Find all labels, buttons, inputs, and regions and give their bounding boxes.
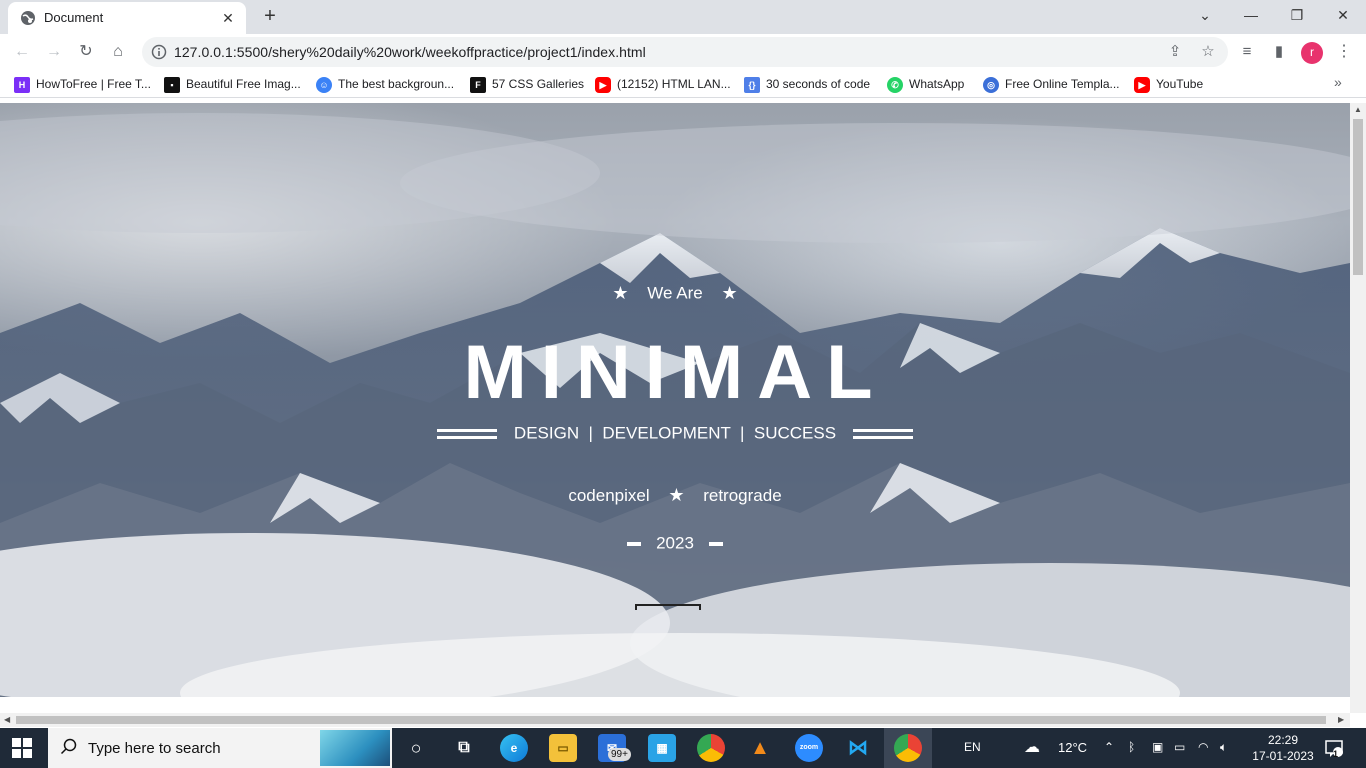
name-left: codenpixel bbox=[568, 486, 650, 505]
zoom-icon[interactable]: zoom bbox=[795, 734, 823, 762]
temperature[interactable]: 12°C bbox=[1058, 740, 1087, 755]
edge-icon[interactable]: e bbox=[500, 734, 528, 762]
bookmark-howtofree[interactable]: H HowToFree | Free T... bbox=[14, 75, 151, 93]
battery-icon[interactable]: ▭ bbox=[1174, 740, 1185, 754]
bookmarks-overflow-icon[interactable]: » bbox=[1334, 74, 1342, 90]
bookmarks-bar: H HowToFree | Free T... ▪ Beautiful Free I… bbox=[0, 70, 1366, 98]
year-text: 2023 bbox=[656, 533, 694, 553]
bookmark-youtube[interactable]: ▶ YouTube bbox=[1134, 75, 1203, 93]
vertical-scroll-thumb[interactable] bbox=[1353, 119, 1363, 275]
store-icon[interactable]: ▦ bbox=[648, 734, 676, 762]
tagline-text: DESIGN | DEVELOPMENT | SUCCESS bbox=[513, 423, 837, 443]
url-text: 127.0.0.1:5500/shery%20daily%20work/week… bbox=[174, 44, 646, 60]
share-icon[interactable]: ⇪ bbox=[1164, 41, 1186, 63]
clock-time: 22:29 bbox=[1267, 733, 1299, 747]
globe-icon: ◎ bbox=[983, 76, 999, 93]
clock-date: 17-01-2023 bbox=[1252, 749, 1314, 763]
search-icon bbox=[60, 738, 77, 755]
menu-kebab-icon[interactable]: ⋮ bbox=[1336, 41, 1352, 63]
mail-badge: 99+ bbox=[608, 748, 631, 761]
double-line-divider bbox=[437, 428, 498, 439]
chrome-profile-icon[interactable] bbox=[894, 734, 922, 762]
meet-now-icon[interactable]: ▣ bbox=[1152, 740, 1163, 754]
forward-arrow-icon[interactable]: → bbox=[42, 40, 66, 64]
horizontal-scrollbar[interactable]: ◀ ▶ bbox=[0, 713, 1350, 727]
scroll-right-arrow-icon[interactable]: ▶ bbox=[1338, 715, 1344, 724]
bookmark-unsplash[interactable]: ▪ Beautiful Free Imag... bbox=[164, 75, 301, 93]
dash-divider bbox=[627, 541, 642, 546]
horizontal-scroll-thumb[interactable] bbox=[16, 716, 1326, 724]
wifi-icon[interactable]: ◠ bbox=[1198, 740, 1208, 754]
tab-document[interactable]: Document ✕ bbox=[8, 2, 246, 34]
tab-title: Document bbox=[44, 10, 104, 25]
robot-icon: ☺ bbox=[316, 76, 332, 93]
unsplash-icon: ▪ bbox=[164, 76, 180, 93]
address-bar[interactable]: 127.0.0.1:5500/shery%20daily%20work/week… bbox=[142, 37, 1228, 67]
search-placeholder: Type here to search bbox=[88, 740, 221, 757]
taskbar-search-box[interactable]: Type here to search bbox=[48, 728, 392, 768]
bluetooth-icon[interactable]: ᛒ bbox=[1128, 740, 1135, 754]
vlc-icon[interactable]: ▲ bbox=[746, 734, 774, 762]
tab-search-chevron-icon[interactable]: ⌄ bbox=[1182, 0, 1228, 32]
volume-icon[interactable]: 🔈︎ bbox=[1220, 740, 1227, 755]
windows-start-icon[interactable] bbox=[12, 738, 32, 758]
chrome-icon[interactable] bbox=[697, 734, 725, 762]
profile-avatar[interactable]: r bbox=[1301, 42, 1323, 64]
youtube-icon: ▶ bbox=[1134, 76, 1150, 93]
vertical-scrollbar[interactable]: ▲ bbox=[1350, 103, 1366, 713]
star-icon: ★ bbox=[668, 485, 685, 505]
notification-count: 1 bbox=[1333, 749, 1339, 759]
media-control-icon[interactable]: ≡ bbox=[1236, 41, 1258, 63]
bookmark-whatsapp[interactable]: ✆ WhatsApp bbox=[887, 75, 964, 93]
search-highlight-image bbox=[320, 730, 390, 766]
star-icon: ★ bbox=[612, 283, 629, 304]
bookmark-star-icon[interactable]: ☆ bbox=[1197, 41, 1219, 63]
hero-title: MINIMAL bbox=[463, 330, 887, 415]
tagline-row: DESIGN | DEVELOPMENT | SUCCESS bbox=[0, 423, 1350, 445]
taskbar: Type here to search ○ ⧉ e ▭ ✉ 99+ ▦ ▲ zo… bbox=[0, 728, 1366, 768]
we-are-row: ★ We Are ★ bbox=[0, 283, 1350, 307]
next-section-edge bbox=[635, 604, 701, 610]
clock[interactable]: 22:29 17-01-2023 bbox=[1248, 732, 1318, 764]
restore-button[interactable]: ❐ bbox=[1274, 0, 1320, 32]
bookmark-css-galleries[interactable]: F 57 CSS Galleries bbox=[470, 75, 584, 93]
f-icon: F bbox=[470, 76, 486, 93]
new-tab-button[interactable]: + bbox=[258, 5, 282, 29]
bookmark-free-templates[interactable]: ◎ Free Online Templa... bbox=[983, 75, 1120, 93]
we-are-text: We Are bbox=[647, 283, 703, 303]
bookmark-30-seconds[interactable]: {} 30 seconds of code bbox=[744, 75, 870, 93]
reload-icon[interactable]: ↻ bbox=[74, 40, 98, 64]
vscode-icon[interactable]: ⋈ bbox=[844, 734, 872, 762]
cortana-icon[interactable]: ○ bbox=[402, 734, 430, 762]
whatsapp-icon: ✆ bbox=[887, 76, 903, 93]
task-view-icon[interactable]: ⧉ bbox=[450, 734, 478, 762]
info-icon[interactable] bbox=[151, 44, 167, 60]
scroll-left-arrow-icon[interactable]: ◀ bbox=[4, 715, 10, 724]
language-indicator[interactable]: EN bbox=[964, 740, 981, 754]
minimize-button[interactable]: — bbox=[1228, 0, 1274, 32]
howtofree-icon: H bbox=[14, 76, 30, 93]
double-line-divider bbox=[852, 428, 913, 439]
scroll-up-arrow-icon[interactable]: ▲ bbox=[1354, 105, 1362, 114]
side-panel-icon[interactable]: ▮ bbox=[1268, 41, 1290, 63]
names-row: codenpixel ★ retrograde bbox=[0, 485, 1350, 506]
browser-toolbar: ← → ↻ ⌂ 127.0.0.1:5500/shery%20daily%20w… bbox=[0, 34, 1366, 70]
file-explorer-icon[interactable]: ▭ bbox=[549, 734, 577, 762]
back-arrow-icon[interactable]: ← bbox=[10, 40, 34, 64]
bookmark-html-lan[interactable]: ▶ (12152) HTML LAN... bbox=[595, 75, 731, 93]
globe-icon bbox=[21, 11, 35, 25]
weather-cloud-icon[interactable]: ☁ bbox=[1024, 737, 1040, 757]
tray-chevron-up-icon[interactable]: ⌃ bbox=[1104, 740, 1114, 754]
code-icon: {} bbox=[744, 76, 760, 93]
bookmark-backgrounds[interactable]: ☺ The best backgroun... bbox=[316, 75, 454, 93]
tab-close-icon[interactable]: ✕ bbox=[218, 8, 238, 28]
dash-divider bbox=[708, 541, 723, 546]
star-icon: ★ bbox=[721, 283, 738, 304]
home-icon[interactable]: ⌂ bbox=[106, 40, 130, 64]
name-right: retrograde bbox=[703, 486, 782, 505]
youtube-icon: ▶ bbox=[595, 76, 611, 93]
tab-strip: Document ✕ + ⌄ — ❐ ✕ bbox=[0, 0, 1366, 34]
year-row: 2023 bbox=[0, 533, 1350, 554]
close-window-button[interactable]: ✕ bbox=[1320, 0, 1366, 32]
